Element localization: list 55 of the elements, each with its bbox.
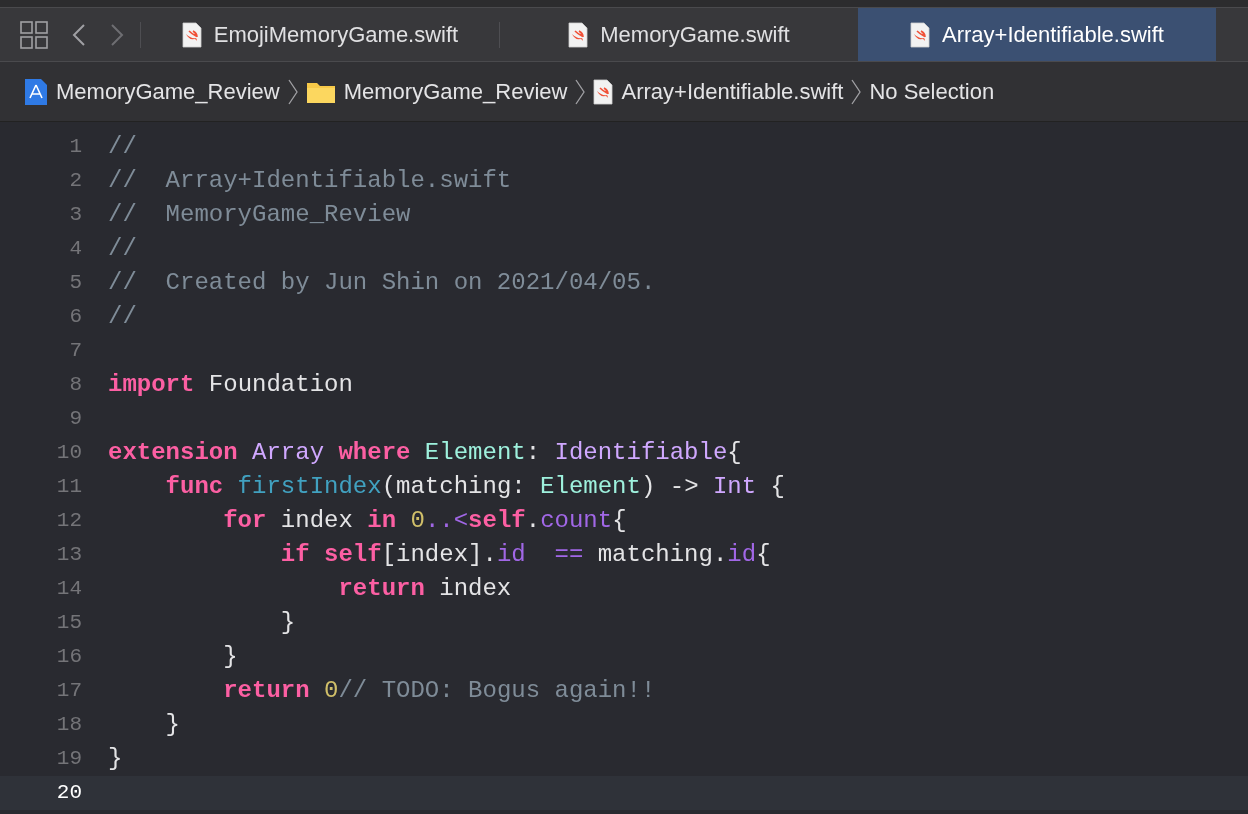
code-line: return 0// TODO: Bogus again!! (222, 676, 656, 706)
line-number: 15 (55, 610, 82, 637)
code-line: // (108, 132, 137, 162)
line-number: 8 (68, 372, 82, 399)
swift-file-icon (910, 21, 931, 48)
breadcrumb-item[interactable]: Array+Identifiable.swift (621, 75, 844, 108)
chevron-icon (851, 77, 862, 106)
line-number: 10 (55, 440, 82, 467)
line-number: 20 (55, 780, 82, 807)
forward-chevron-icon[interactable] (110, 22, 124, 47)
chevron-icon (575, 77, 586, 106)
code-line: import Foundation (108, 370, 353, 400)
line-number: 12 (55, 508, 82, 535)
line-number: 1 (68, 134, 82, 161)
line-number: 17 (55, 678, 82, 705)
code-line: } (279, 608, 296, 638)
code-line: // (108, 234, 137, 264)
project-file-icon (24, 77, 48, 106)
code-line: return index (337, 574, 512, 604)
line-number: 19 (55, 746, 82, 773)
code-line: // (108, 302, 137, 332)
file-tab[interactable]: EmojiMemoryGame.swift (141, 8, 499, 61)
line-number: 16 (55, 644, 82, 671)
line-number: 3 (68, 202, 82, 229)
line-number: 7 (68, 338, 82, 365)
line-number: 9 (68, 406, 82, 433)
grid-icon[interactable] (20, 20, 48, 49)
swift-file-icon (568, 21, 589, 48)
file-tab[interactable]: MemoryGame.swift (500, 8, 858, 61)
line-number: 14 (55, 576, 82, 603)
code-line: } (164, 710, 180, 740)
code-line: if self[index].id == matching.id{ (279, 540, 771, 570)
breadcrumb-item[interactable]: MemoryGame_Review (343, 75, 568, 108)
line-number: 11 (55, 474, 82, 501)
line-number: 2 (68, 168, 82, 195)
code-line: } (222, 642, 238, 672)
swift-file-icon (181, 21, 202, 48)
code-line: // Created by Jun Shin on 2021/04/05. (108, 268, 656, 298)
breadcrumb-item[interactable]: MemoryGame_Review (56, 75, 280, 108)
code-line: for index in 0..<self.count{ (222, 506, 627, 536)
code-line: func firstIndex(matching: Element) -> Int { (164, 472, 785, 502)
line-number: 4 (68, 236, 82, 263)
code-line: extension Array where Element: Identifiable{ (108, 438, 742, 468)
line-number: 13 (55, 542, 82, 569)
code-line: // MemoryGame_Review (108, 200, 411, 230)
line-number: 5 (68, 270, 82, 297)
chevron-icon (287, 77, 298, 106)
line-number: 18 (55, 712, 82, 739)
file-tab[interactable]: Array+Identifiable.swift (858, 8, 1216, 61)
breadcrumb-item[interactable]: No Selection (869, 75, 995, 108)
code-line: // Array+Identifiable.swift (108, 166, 512, 196)
back-chevron-icon[interactable] (72, 22, 86, 47)
code-line: } (108, 744, 123, 774)
line-number: 6 (68, 304, 82, 331)
swift-file-icon (593, 78, 614, 105)
